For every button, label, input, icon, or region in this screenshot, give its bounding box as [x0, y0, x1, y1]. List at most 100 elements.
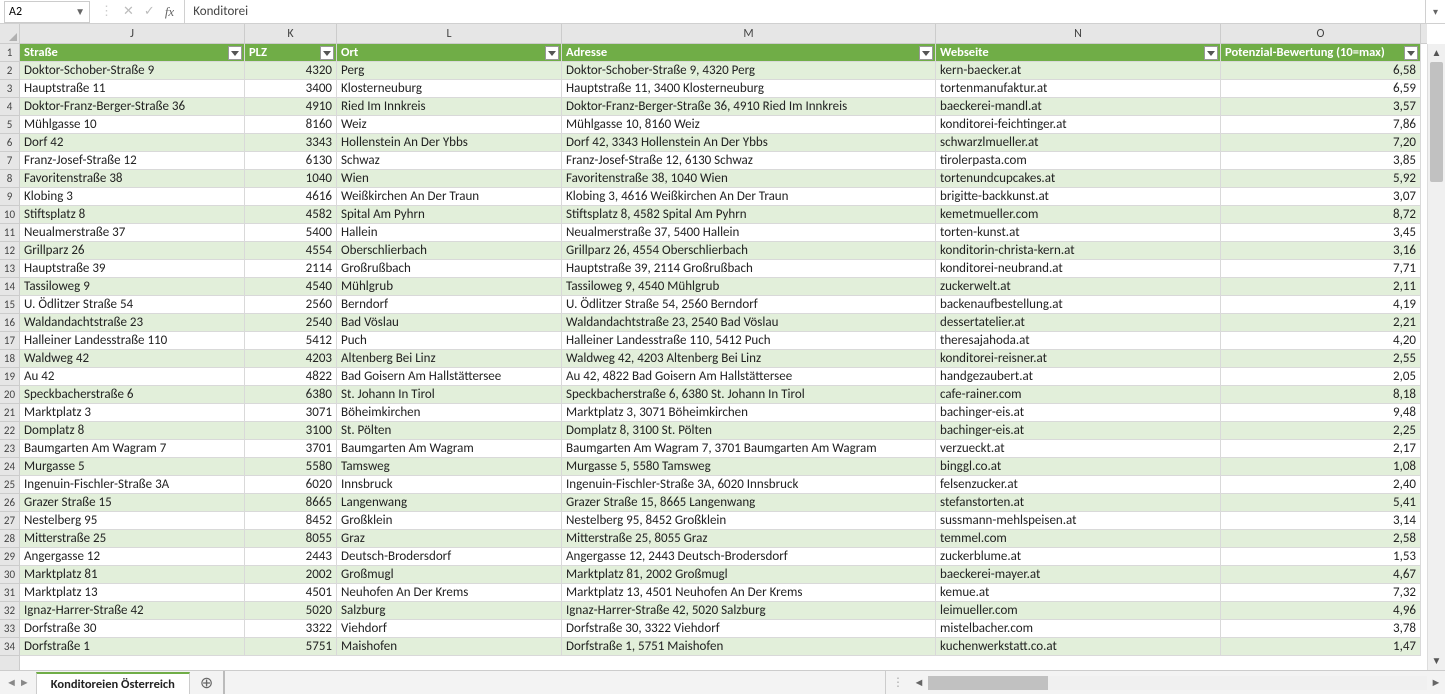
cell-strasse[interactable]: Marktplatz 13 — [20, 584, 245, 602]
cell-plz[interactable]: 3400 — [245, 80, 337, 98]
cell-score[interactable]: 1,53 — [1221, 548, 1421, 566]
row-header[interactable]: 5 — [0, 116, 19, 134]
scroll-up-icon[interactable]: ▲ — [1428, 44, 1445, 62]
cell-web[interactable]: binggl.co.at — [936, 458, 1221, 476]
cell-score[interactable]: 4,96 — [1221, 602, 1421, 620]
cell-plz[interactable]: 1040 — [245, 170, 337, 188]
row-header[interactable]: 3 — [0, 80, 19, 98]
table-row[interactable]: Dorf 423343Hollenstein An Der YbbsDorf 4… — [20, 134, 1427, 152]
table-header-plz[interactable]: PLZ — [245, 44, 337, 62]
row-header[interactable]: 20 — [0, 386, 19, 404]
sheet-tab-active[interactable]: Konditoreien Österreich — [36, 672, 190, 694]
cell-plz[interactable]: 5580 — [245, 458, 337, 476]
row-header[interactable]: 30 — [0, 566, 19, 584]
table-row[interactable]: Marktplatz 134501Neuhofen An Der KremsMa… — [20, 584, 1427, 602]
cell-ort[interactable]: Perg — [337, 62, 562, 80]
fx-icon[interactable]: fx — [165, 4, 174, 20]
cell-strasse[interactable]: Waldweg 42 — [20, 350, 245, 368]
row-header[interactable]: 1 — [0, 44, 19, 62]
cell-plz[interactable]: 3071 — [245, 404, 337, 422]
table-row[interactable]: Klobing 34616Weißkirchen An Der TraunKlo… — [20, 188, 1427, 206]
cell-web[interactable]: baeckerei-mayer.at — [936, 566, 1221, 584]
cell-strasse[interactable]: Tassiloweg 9 — [20, 278, 245, 296]
cell-score[interactable]: 9,48 — [1221, 404, 1421, 422]
cell-strasse[interactable]: Angergasse 12 — [20, 548, 245, 566]
cell-plz[interactable]: 3100 — [245, 422, 337, 440]
cell-score[interactable]: 2,40 — [1221, 476, 1421, 494]
row-header[interactable]: 18 — [0, 350, 19, 368]
cell-strasse[interactable]: Dorfstraße 1 — [20, 638, 245, 656]
cell-web[interactable]: stefanstorten.at — [936, 494, 1221, 512]
cell-plz[interactable]: 4582 — [245, 206, 337, 224]
cell-ort[interactable]: St. Johann In Tirol — [337, 386, 562, 404]
table-row[interactable]: Grillparz 264554OberschlierbachGrillparz… — [20, 242, 1427, 260]
cell-strasse[interactable]: Mitterstraße 25 — [20, 530, 245, 548]
column-header-K[interactable]: K — [245, 24, 337, 43]
cell-plz[interactable]: 8665 — [245, 494, 337, 512]
vscroll-track[interactable] — [1428, 62, 1445, 652]
cell-plz[interactable]: 6380 — [245, 386, 337, 404]
cell-ort[interactable]: St. Pölten — [337, 422, 562, 440]
cell-score[interactable]: 3,78 — [1221, 620, 1421, 638]
cell-web[interactable]: temmel.com — [936, 530, 1221, 548]
cell-score[interactable]: 2,25 — [1221, 422, 1421, 440]
cell-adresse[interactable]: Grazer Straße 15, 8665 Langenwang — [562, 494, 936, 512]
filter-icon[interactable] — [320, 46, 334, 60]
cell-score[interactable]: 2,55 — [1221, 350, 1421, 368]
row-header[interactable]: 15 — [0, 296, 19, 314]
cell-plz[interactable]: 5020 — [245, 602, 337, 620]
cell-score[interactable]: 6,58 — [1221, 62, 1421, 80]
tab-split-handle[interactable] — [223, 671, 229, 694]
cell-strasse[interactable]: Klobing 3 — [20, 188, 245, 206]
cell-ort[interactable]: Klosterneuburg — [337, 80, 562, 98]
cell-adresse[interactable]: U. Ödlitzer Straße 54, 2560 Berndorf — [562, 296, 936, 314]
cell-adresse[interactable]: Baumgarten Am Wagram 7, 3701 Baumgarten … — [562, 440, 936, 458]
cell-score[interactable]: 8,72 — [1221, 206, 1421, 224]
cell-score[interactable]: 4,19 — [1221, 296, 1421, 314]
row-header[interactable]: 25 — [0, 476, 19, 494]
row-header[interactable]: 22 — [0, 422, 19, 440]
vscroll-thumb[interactable] — [1430, 62, 1443, 182]
cell-plz[interactable]: 3701 — [245, 440, 337, 458]
formula-input[interactable]: Konditorei — [185, 0, 1425, 23]
cell-strasse[interactable]: Stiftsplatz 8 — [20, 206, 245, 224]
row-header[interactable]: 19 — [0, 368, 19, 386]
cell-strasse[interactable]: Doktor-Schober-Straße 9 — [20, 62, 245, 80]
column-header-O[interactable]: O — [1221, 24, 1421, 43]
cell-strasse[interactable]: U. Ödlitzer Straße 54 — [20, 296, 245, 314]
cell-plz[interactable]: 8160 — [245, 116, 337, 134]
cell-adresse[interactable]: Franz-Josef-Straße 12, 6130 Schwaz — [562, 152, 936, 170]
cell-adresse[interactable]: Favoritenstraße 38, 1040 Wien — [562, 170, 936, 188]
row-header[interactable]: 28 — [0, 530, 19, 548]
cell-plz[interactable]: 4822 — [245, 368, 337, 386]
table-header-ort[interactable]: Ort — [337, 44, 562, 62]
cell-adresse[interactable]: Grillparz 26, 4554 Oberschlierbach — [562, 242, 936, 260]
chevron-down-icon[interactable]: ▼ — [75, 5, 85, 18]
cell-web[interactable]: sussmann-mehlspeisen.at — [936, 512, 1221, 530]
table-row[interactable]: Grazer Straße 158665LangenwangGrazer Str… — [20, 494, 1427, 512]
cell-plz[interactable]: 2443 — [245, 548, 337, 566]
cell-adresse[interactable]: Mühlgasse 10, 8160 Weiz — [562, 116, 936, 134]
row-header[interactable]: 11 — [0, 224, 19, 242]
cell-strasse[interactable]: Domplatz 8 — [20, 422, 245, 440]
cell-adresse[interactable]: Hauptstraße 11, 3400 Klosterneuburg — [562, 80, 936, 98]
cell-web[interactable]: konditorei-reisner.at — [936, 350, 1221, 368]
cell-strasse[interactable]: Hauptstraße 11 — [20, 80, 245, 98]
cell-adresse[interactable]: Murgasse 5, 5580 Tamsweg — [562, 458, 936, 476]
cell-ort[interactable]: Graz — [337, 530, 562, 548]
cell-ort[interactable]: Schwaz — [337, 152, 562, 170]
cell-adresse[interactable]: Mitterstraße 25, 8055 Graz — [562, 530, 936, 548]
scroll-down-icon[interactable]: ▼ — [1428, 652, 1445, 670]
row-header[interactable]: 12 — [0, 242, 19, 260]
cell-ort[interactable]: Weiz — [337, 116, 562, 134]
row-header[interactable]: 21 — [0, 404, 19, 422]
cell-adresse[interactable]: Nestelberg 95, 8452 Großklein — [562, 512, 936, 530]
cell-strasse[interactable]: Marktplatz 3 — [20, 404, 245, 422]
row-header[interactable]: 23 — [0, 440, 19, 458]
cell-score[interactable]: 4,67 — [1221, 566, 1421, 584]
cell-adresse[interactable]: Dorfstraße 1, 5751 Maishofen — [562, 638, 936, 656]
cell-plz[interactable]: 8452 — [245, 512, 337, 530]
table-row[interactable]: Favoritenstraße 381040WienFavoritenstraß… — [20, 170, 1427, 188]
cell-adresse[interactable]: Waldweg 42, 4203 Altenberg Bei Linz — [562, 350, 936, 368]
cell-ort[interactable]: Salzburg — [337, 602, 562, 620]
